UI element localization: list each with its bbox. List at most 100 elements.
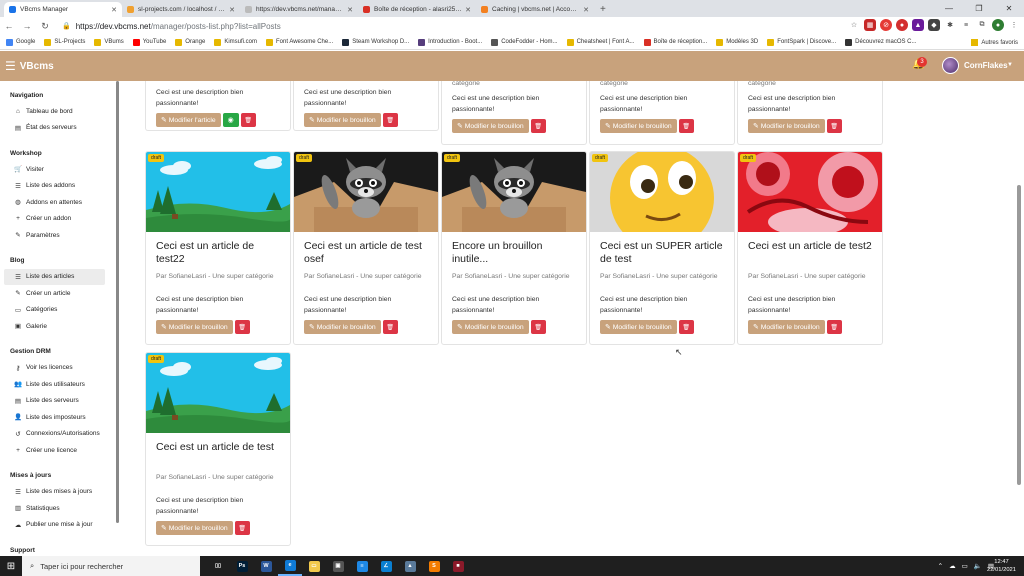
extension-icon[interactable]: ▲ <box>912 19 924 31</box>
post-thumbnail[interactable]: draft <box>442 152 586 232</box>
delete-post-button[interactable]: 🗑 <box>234 320 250 334</box>
bookmark-item[interactable]: FontSpark | Discove... <box>767 38 836 46</box>
sidebar-item[interactable]: ↺ Connexions/Autorisations <box>4 426 105 443</box>
taskbar-app[interactable]: ▭ <box>302 556 326 576</box>
sidebar-item[interactable]: ⌂ Tableau de bord <box>4 103 105 120</box>
sidebar-item[interactable]: 👥 Liste des utilisateurs <box>4 376 105 393</box>
bookmark-item[interactable]: Introduction - Boot... <box>418 38 482 46</box>
page-scrollbar[interactable] <box>1017 185 1021 485</box>
address-bar[interactable]: 🔒 https://dev.vbcms.net/manager/posts-li… <box>62 19 762 33</box>
volume-icon[interactable]: 🔈 <box>974 562 982 570</box>
sidebar-item[interactable]: ▭ Catégories <box>4 302 105 319</box>
delete-post-button[interactable]: 🗑 <box>240 113 256 127</box>
other-bookmarks[interactable]: Autres favoris <box>971 35 1018 49</box>
sidebar-item[interactable]: ▤ État des serveurs <box>4 120 105 137</box>
browser-tab[interactable]: https://dev.vbcms.net/manager/... ✕ <box>240 2 358 17</box>
post-title[interactable]: Ceci est un article de test22 <box>146 232 290 270</box>
close-icon[interactable]: ✕ <box>347 6 353 14</box>
post-thumbnail[interactable]: draft <box>294 152 438 232</box>
taskbar-app[interactable]: ∠ <box>374 556 398 576</box>
sidebar-item[interactable]: ☰ Liste des mises à jours <box>4 484 105 501</box>
bookmark-item[interactable]: Boîte de réception... <box>643 38 707 46</box>
username[interactable]: CornFlakes <box>964 61 1008 70</box>
close-icon[interactable]: ✕ <box>465 6 471 14</box>
sidebar-item[interactable]: ▥ Statistiques <box>4 500 105 517</box>
menu-icon[interactable]: ⋮ <box>1008 19 1020 31</box>
network-icon[interactable]: ▭ <box>962 562 968 570</box>
taskbar-app[interactable]: ▯▯ <box>206 556 230 576</box>
edit-post-button[interactable]: ✎ Modifier le brouillon <box>304 113 381 127</box>
edit-draft-button[interactable]: ✎ Modifier le brouillon <box>600 320 677 334</box>
edit-draft-button[interactable]: ✎ Modifier le brouillon <box>452 320 529 334</box>
puzzle-icon[interactable]: ✱ <box>944 19 956 31</box>
post-title[interactable]: Ceci est un article de test osef <box>294 232 438 270</box>
view-post-button[interactable]: ◉ <box>222 113 239 127</box>
bookmark-item[interactable]: Steam Workshop D... <box>342 38 409 46</box>
delete-post-button[interactable]: 🗑 <box>530 320 546 334</box>
profile-icon[interactable]: ● <box>992 19 1004 31</box>
extension-icon[interactable]: ◆ <box>928 19 940 31</box>
bookmark-item[interactable]: VBums <box>94 38 124 46</box>
sidebar-item[interactable]: ☰ Liste des articles <box>4 268 105 285</box>
chevron-down-icon[interactable]: ▼ <box>1007 62 1013 68</box>
edit-draft-button[interactable]: ✎ Modifier le brouillon <box>156 320 233 334</box>
taskbar-clock[interactable]: 12:47 22/01/2021 <box>987 558 1016 574</box>
edit-post-button[interactable]: ✎ Modifier le brouillon <box>600 119 677 133</box>
bookmark-item[interactable]: Google <box>6 38 35 46</box>
delete-post-button[interactable]: 🗑 <box>826 119 842 133</box>
hamburger-icon[interactable]: ☰ <box>5 59 16 73</box>
taskbar-app[interactable]: ≡ <box>350 556 374 576</box>
brand-logo[interactable]: VBcms <box>20 61 54 72</box>
taskbar-app[interactable]: W <box>254 556 278 576</box>
chevron-up-icon[interactable]: ⌃ <box>938 562 943 570</box>
close-icon[interactable]: ✕ <box>583 6 589 14</box>
reading-list-icon[interactable]: ≡ <box>960 19 972 31</box>
sidebar-item[interactable]: ▤ Liste des serveurs <box>4 393 105 410</box>
post-thumbnail[interactable]: draft <box>738 152 882 232</box>
close-icon[interactable]: ✕ <box>111 6 117 14</box>
sidebar-item[interactable]: ☁ Publier une mise à jour <box>4 517 105 534</box>
close-window-button[interactable]: ✕ <box>994 0 1024 17</box>
bookmark-item[interactable]: Orange <box>175 38 205 46</box>
bookmark-item[interactable]: Cheatsheet | Font A... <box>566 38 635 46</box>
taskbar-app[interactable]: ▲ <box>398 556 422 576</box>
edit-draft-button[interactable]: ✎ Modifier le brouillon <box>748 320 825 334</box>
edit-draft-button[interactable]: ✎ Modifier le brouillon <box>156 521 233 535</box>
new-tab-button[interactable]: + <box>594 2 612 17</box>
browser-tab[interactable]: Caching | vbcms.net | Account | C...✕ <box>476 2 594 17</box>
sidebar-item[interactable]: ◍ Addons en attentes <box>4 194 105 211</box>
post-title[interactable]: Ceci est un article de test <box>146 433 290 471</box>
minimize-button[interactable]: — <box>934 0 964 17</box>
bookmark-item[interactable]: YouTube <box>132 38 166 46</box>
reload-button[interactable]: ↻ <box>36 21 54 32</box>
sidebar-item[interactable]: + Créer une licence <box>4 442 105 459</box>
bookmark-item[interactable]: Découvrez macOS C... <box>845 38 917 46</box>
cloud-icon[interactable]: ☁ <box>949 562 956 570</box>
collections-icon[interactable]: ⧉ <box>976 19 988 31</box>
extension-icon[interactable]: ⊘ <box>880 19 892 31</box>
delete-post-button[interactable]: 🗑 <box>382 113 398 127</box>
browser-tab[interactable]: VBcms Manager ✕ <box>4 2 122 17</box>
sidebar-item[interactable]: ✎ Paramètres <box>4 227 105 244</box>
delete-post-button[interactable]: 🗑 <box>826 320 842 334</box>
close-icon[interactable]: ✕ <box>229 6 235 14</box>
taskbar-app[interactable]: S <box>422 556 446 576</box>
taskbar-app[interactable]: ▣ <box>326 556 350 576</box>
forward-button[interactable]: → <box>18 21 36 31</box>
sidebar-item[interactable]: ⚷ Voir les licences <box>4 360 105 377</box>
taskbar-app[interactable]: Ps <box>230 556 254 576</box>
post-title[interactable]: Ceci est un article de test2 <box>738 232 882 270</box>
sidebar-item[interactable]: ▣ Galerie <box>4 318 105 335</box>
edit-draft-button[interactable]: ✎ Modifier le brouillon <box>304 320 381 334</box>
bookmark-item[interactable]: SL-Projects <box>44 38 85 46</box>
taskbar-search-input[interactable]: ⌕ Taper ici pour rechercher <box>22 556 200 576</box>
taskbar-app[interactable]: ■ <box>446 556 470 576</box>
star-icon[interactable]: ☆ <box>848 19 860 31</box>
delete-post-button[interactable]: 🗑 <box>530 119 546 133</box>
post-thumbnail[interactable]: draft <box>590 152 734 232</box>
sidebar-item[interactable]: 🛒 Visiter <box>4 161 105 178</box>
delete-post-button[interactable]: 🗑 <box>382 320 398 334</box>
bookmark-item[interactable]: Modèles 3D <box>716 38 758 46</box>
sidebar-item[interactable]: + Créer un addon <box>4 211 105 228</box>
edit-post-button[interactable]: ✎ Modifier le brouillon <box>748 119 825 133</box>
